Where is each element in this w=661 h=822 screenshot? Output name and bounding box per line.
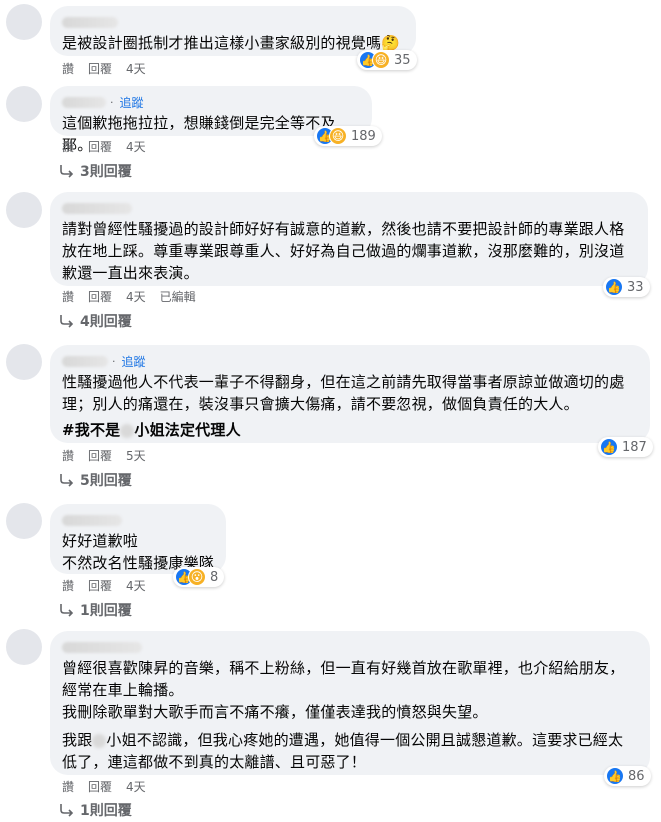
comment-bubble: 是被設計圈抵制才推出這樣小畫家級別的視覺嗎🤔 <box>50 6 416 56</box>
like-button[interactable]: 讚 <box>62 577 74 594</box>
comment-bubble: · 追蹤 性騷擾過他人不代表一輩子不得翻身，但在這之前請先取得當事者原諒並做適切… <box>50 345 650 443</box>
reply-button[interactable]: 回覆 <box>88 138 112 155</box>
comment-bubble: 曾經很喜歡陳昇的音樂，稱不上粉絲，但一直有好幾首放在歌單裡，也介紹給朋友， 經常… <box>50 631 650 775</box>
like-icon: 👍 <box>606 767 624 785</box>
reaction-summary[interactable]: 👍 33 <box>603 277 650 297</box>
timestamp[interactable]: 4天 <box>126 138 146 155</box>
reaction-count: 8 <box>210 569 219 585</box>
comment-text: 性騷擾過他人不代表一輩子不得翻身，但在這之前請先取得當事者原諒並做適切的處 理；… <box>62 371 638 441</box>
reply-arrow-icon <box>60 315 74 328</box>
view-replies-link[interactable]: 3則回覆 <box>58 161 132 181</box>
timestamp[interactable]: 4天 <box>126 778 146 795</box>
author-name[interactable] <box>62 639 638 655</box>
like-button[interactable]: 讚 <box>62 138 74 155</box>
timestamp[interactable]: 4天 <box>126 577 146 594</box>
haha-icon: 😆 <box>329 127 347 145</box>
reply-button[interactable]: 回覆 <box>88 778 112 795</box>
reply-arrow-icon <box>60 604 74 617</box>
reply-button[interactable]: 回覆 <box>88 447 112 464</box>
reaction-summary[interactable]: 👍 😆 189 <box>314 126 382 146</box>
author-name: · 追蹤 <box>62 353 638 369</box>
timestamp[interactable]: 5天 <box>126 447 146 464</box>
edited-label: 已編輯 <box>159 289 196 304</box>
like-button[interactable]: 讚 <box>62 288 74 305</box>
hashtag[interactable]: #我不是 小姐法定代理人 <box>62 419 638 441</box>
comment-bubble: 請對曾經性騷擾過的設計師好好有誠意的道歉，然後也請不要把設計師的專業跟人格 放在… <box>50 192 648 286</box>
author-name-blurred[interactable] <box>62 355 108 367</box>
reply-button[interactable]: 回覆 <box>88 60 112 77</box>
reaction-summary[interactable]: 👍 😮 8 <box>173 567 225 587</box>
reaction-count: 35 <box>394 52 411 68</box>
comment-actions: 讚 回覆 4天 <box>62 60 146 76</box>
like-button[interactable]: 讚 <box>62 447 74 464</box>
comment-actions: 讚 回覆 4天 <box>62 577 146 593</box>
view-replies-link[interactable]: 1則回覆 <box>58 800 132 820</box>
wow-icon: 😮 <box>188 568 206 586</box>
reaction-summary[interactable]: 👍 86 <box>604 766 651 786</box>
reply-arrow-icon <box>60 165 74 178</box>
timestamp[interactable]: 4天 <box>126 60 146 77</box>
like-button[interactable]: 讚 <box>62 60 74 77</box>
like-icon: 👍 <box>605 278 623 296</box>
reply-count-label: 4則回覆 <box>80 314 132 330</box>
comment-actions: 讚 回覆 4天 <box>62 138 146 154</box>
comment-bubble: 好好道歉啦 不然改名性騷擾康樂隊 <box>50 504 226 574</box>
author-name: · 追蹤 <box>62 94 360 110</box>
avatar[interactable] <box>6 344 42 380</box>
reply-count-label: 5則回覆 <box>80 473 132 489</box>
follow-link[interactable]: 追蹤 <box>120 94 144 111</box>
reply-arrow-icon <box>60 474 74 487</box>
reply-arrow-icon <box>60 804 74 817</box>
comment-actions: 讚 回覆 5天 <box>62 447 146 463</box>
comment-text: 曾經很喜歡陳昇的音樂，稱不上粉絲，但一直有好幾首放在歌單裡，也介紹給朋友， 經常… <box>62 659 625 771</box>
follow-link[interactable]: 追蹤 <box>122 353 146 370</box>
avatar[interactable] <box>6 86 42 122</box>
view-replies-link[interactable]: 4則回覆 <box>58 311 132 331</box>
author-name[interactable] <box>62 512 214 528</box>
like-button[interactable]: 讚 <box>62 778 74 795</box>
reaction-count: 187 <box>622 439 647 455</box>
reply-button[interactable]: 回覆 <box>88 577 112 594</box>
avatar[interactable] <box>6 503 42 539</box>
view-replies-link[interactable]: 5則回覆 <box>58 470 132 490</box>
reply-count-label: 1則回覆 <box>80 803 132 819</box>
view-replies-link[interactable]: 1則回覆 <box>58 600 132 620</box>
reply-button[interactable]: 回覆 <box>88 288 112 305</box>
reply-count-label: 3則回覆 <box>80 164 132 180</box>
reaction-count: 33 <box>627 279 644 295</box>
comment-text: 請對曾經性騷擾過的設計師好好有誠意的道歉，然後也請不要把設計師的專業跟人格 放在… <box>62 220 625 282</box>
reaction-summary[interactable]: 👍 187 <box>598 437 653 457</box>
author-name[interactable] <box>62 14 404 30</box>
reaction-summary[interactable]: 👍 😆 35 <box>357 50 417 70</box>
avatar[interactable] <box>6 629 42 665</box>
reaction-count: 189 <box>351 128 376 144</box>
like-icon: 👍 <box>600 438 618 456</box>
haha-icon: 😆 <box>372 51 390 69</box>
comment-text: 是被設計圈抵制才推出這樣小畫家級別的視覺嗎🤔 <box>62 34 401 52</box>
timestamp[interactable]: 4天 <box>126 288 146 305</box>
author-name[interactable] <box>62 200 636 216</box>
avatar[interactable] <box>6 192 42 228</box>
reaction-count: 86 <box>628 768 645 784</box>
reply-count-label: 1則回覆 <box>80 603 132 619</box>
comment-actions: 讚 回覆 4天 <box>62 778 146 794</box>
author-name-blurred[interactable] <box>62 96 106 108</box>
comment-actions: 讚 回覆 4天 已編輯 <box>62 288 196 304</box>
avatar[interactable] <box>6 4 42 40</box>
